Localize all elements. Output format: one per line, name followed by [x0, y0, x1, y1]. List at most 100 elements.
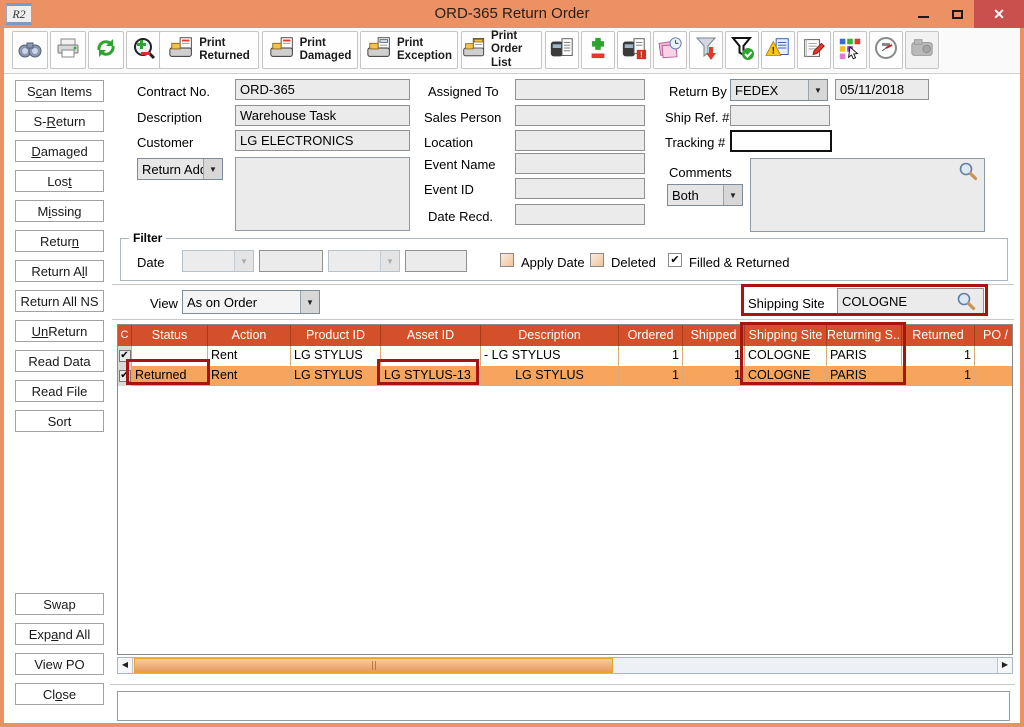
customer-label: Customer — [137, 135, 194, 150]
tracking-field[interactable] — [730, 130, 832, 152]
minimize-button[interactable] — [906, 0, 940, 28]
column-header-returned[interactable]: Returned — [902, 325, 975, 346]
window-title: ORD-365 Return Order — [434, 5, 590, 22]
print-returned-button[interactable]: Print Returned — [159, 31, 259, 69]
sidebar-button-return-all-ns[interactable]: Return All NS — [15, 290, 104, 312]
funnel-check-icon — [729, 35, 755, 66]
column-header-shipping-site[interactable]: Shipping Site — [745, 325, 827, 346]
table-row-selected[interactable]: ✔ Returned Rent LG STYLUS LG STYLUS-13 L… — [118, 366, 1012, 386]
column-header-returning-site[interactable]: Returning S... — [827, 325, 902, 346]
deleted-checkbox[interactable] — [590, 253, 604, 267]
date-recd-field — [515, 204, 645, 225]
scan-alert-icon: ! — [621, 35, 647, 66]
return-by-dropdown[interactable]: FEDEX ▼ — [730, 79, 828, 101]
sidebar-button-read-data[interactable]: Read Data — [15, 350, 104, 372]
view-dropdown[interactable]: As on Order ▼ — [182, 290, 320, 314]
chevron-down-icon: ▼ — [380, 251, 399, 271]
chevron-down-icon[interactable]: ▼ — [203, 159, 222, 179]
row-checkbox[interactable]: ✔ — [118, 370, 131, 382]
column-header-po[interactable]: PO / — [975, 325, 1012, 346]
return-order-window: R2 ORD-365 Return Order ✕ Print Returned … — [0, 0, 1024, 727]
column-header-product-id[interactable]: Product ID — [291, 325, 381, 346]
filled-returned-checkbox[interactable]: ✔ — [668, 253, 682, 267]
maximize-icon — [951, 9, 963, 19]
notes-clock-button[interactable] — [653, 31, 687, 69]
sidebar-button-return-all[interactable]: Return All — [15, 260, 104, 282]
sidebar-button-return[interactable]: Retur n — [15, 230, 104, 252]
view-label: View — [150, 296, 178, 311]
sidebar-button-damaged[interactable]: Damaged — [15, 140, 104, 162]
sidebar-button-lost[interactable]: Los t — [15, 170, 104, 192]
print-returned-icon — [168, 35, 196, 66]
sidebar-button-expand-all[interactable]: Exp a nd All — [15, 623, 104, 645]
sidebar-button-s-return[interactable]: S- Return — [15, 110, 104, 132]
sidebar-button-read-file[interactable]: Read File — [15, 380, 104, 402]
location-field — [515, 130, 645, 151]
scan-alert-button[interactable]: ! — [617, 31, 651, 69]
refresh-button[interactable] — [88, 31, 124, 69]
chevron-down-icon[interactable]: ▼ — [808, 80, 827, 100]
scan-equipment-button[interactable] — [545, 31, 579, 69]
return-addr-dropdown[interactable]: Return Addr... ▼ — [137, 158, 223, 180]
scroll-left-arrow[interactable]: ◀ — [118, 658, 133, 673]
gauge-icon — [873, 35, 899, 66]
color-grid-icon — [837, 35, 863, 66]
print-order-list-button[interactable]: Print Order List — [461, 30, 542, 69]
funnel-arrow-button[interactable] — [689, 31, 723, 69]
column-header-asset-id[interactable]: Asset ID — [381, 325, 481, 346]
gauge-button[interactable] — [869, 31, 903, 69]
sidebar-button-close[interactable]: Cl o se — [15, 683, 104, 705]
column-header-action[interactable]: Action — [208, 325, 291, 346]
cell-returning-site: PARIS — [827, 346, 902, 366]
separator — [112, 319, 1014, 321]
column-header-status[interactable]: Status — [132, 325, 208, 346]
sidebar-button-sort[interactable]: Sort — [15, 410, 104, 432]
separator — [112, 284, 1014, 286]
column-header-ordered[interactable]: Ordered — [619, 325, 683, 346]
horizontal-scrollbar[interactable]: ◀ ▶ — [117, 657, 1013, 674]
print-button[interactable] — [50, 31, 86, 69]
event-id-label: Event ID — [424, 182, 474, 197]
print-damaged-button[interactable]: Print Damaged — [262, 31, 358, 69]
notepad-edit-button[interactable] — [797, 31, 831, 69]
column-header-check[interactable]: C — [118, 325, 132, 346]
sidebar-button-scan-items[interactable]: Sc an Items — [15, 80, 104, 102]
add-remove-button[interactable] — [581, 31, 615, 69]
comments-search-icon[interactable] — [958, 161, 978, 181]
warning-document-button[interactable]: ! — [761, 31, 795, 69]
apply-date-checkbox[interactable] — [500, 253, 514, 267]
find-button[interactable] — [12, 31, 48, 69]
comments-textarea[interactable] — [750, 158, 985, 232]
sidebar-button-swap[interactable]: Swap — [15, 593, 104, 615]
table-row[interactable]: ✔ Rent LG STYLUS - LG STYLUS 1 1 COLOGNE… — [118, 346, 1012, 366]
print-damaged-icon — [269, 35, 297, 66]
cell-status: Returned — [132, 366, 208, 386]
shipping-site-search-icon[interactable] — [956, 291, 976, 311]
sidebar-button-view-po[interactable]: View PO — [15, 653, 104, 675]
return-date-field: 05/11/2018 — [835, 79, 929, 100]
close-button[interactable]: ✕ — [974, 0, 1024, 28]
notepad-edit-icon — [801, 35, 827, 66]
minimize-icon — [917, 16, 929, 18]
zoom-button[interactable] — [126, 31, 162, 69]
color-grid-button[interactable] — [833, 31, 867, 69]
chevron-down-icon[interactable]: ▼ — [723, 185, 742, 205]
sidebar-button-missing[interactable]: Mi ssing — [15, 200, 104, 222]
refresh-icon — [93, 36, 119, 65]
print-exception-button[interactable]: Print Exception — [360, 31, 458, 69]
cell-asset-id — [381, 346, 481, 366]
column-header-shipped[interactable]: Shipped — [683, 325, 745, 346]
cell-status — [132, 346, 208, 366]
funnel-check-button[interactable] — [725, 31, 759, 69]
row-checkbox[interactable]: ✔ — [118, 350, 131, 362]
sidebar-button-unreturn[interactable]: Un Return — [15, 320, 104, 342]
scroll-right-arrow[interactable]: ▶ — [997, 658, 1012, 673]
event-id-field — [515, 178, 645, 199]
comments-filter-dropdown[interactable]: Both ▼ — [667, 184, 743, 206]
assigned-to-label: Assigned To — [428, 84, 499, 99]
chevron-down-icon[interactable]: ▼ — [300, 291, 319, 313]
maximize-button[interactable] — [940, 0, 974, 28]
column-header-description[interactable]: Description — [481, 325, 619, 346]
cell-description: - LG STYLUS — [481, 346, 619, 366]
scrollbar-thumb[interactable] — [134, 658, 613, 673]
